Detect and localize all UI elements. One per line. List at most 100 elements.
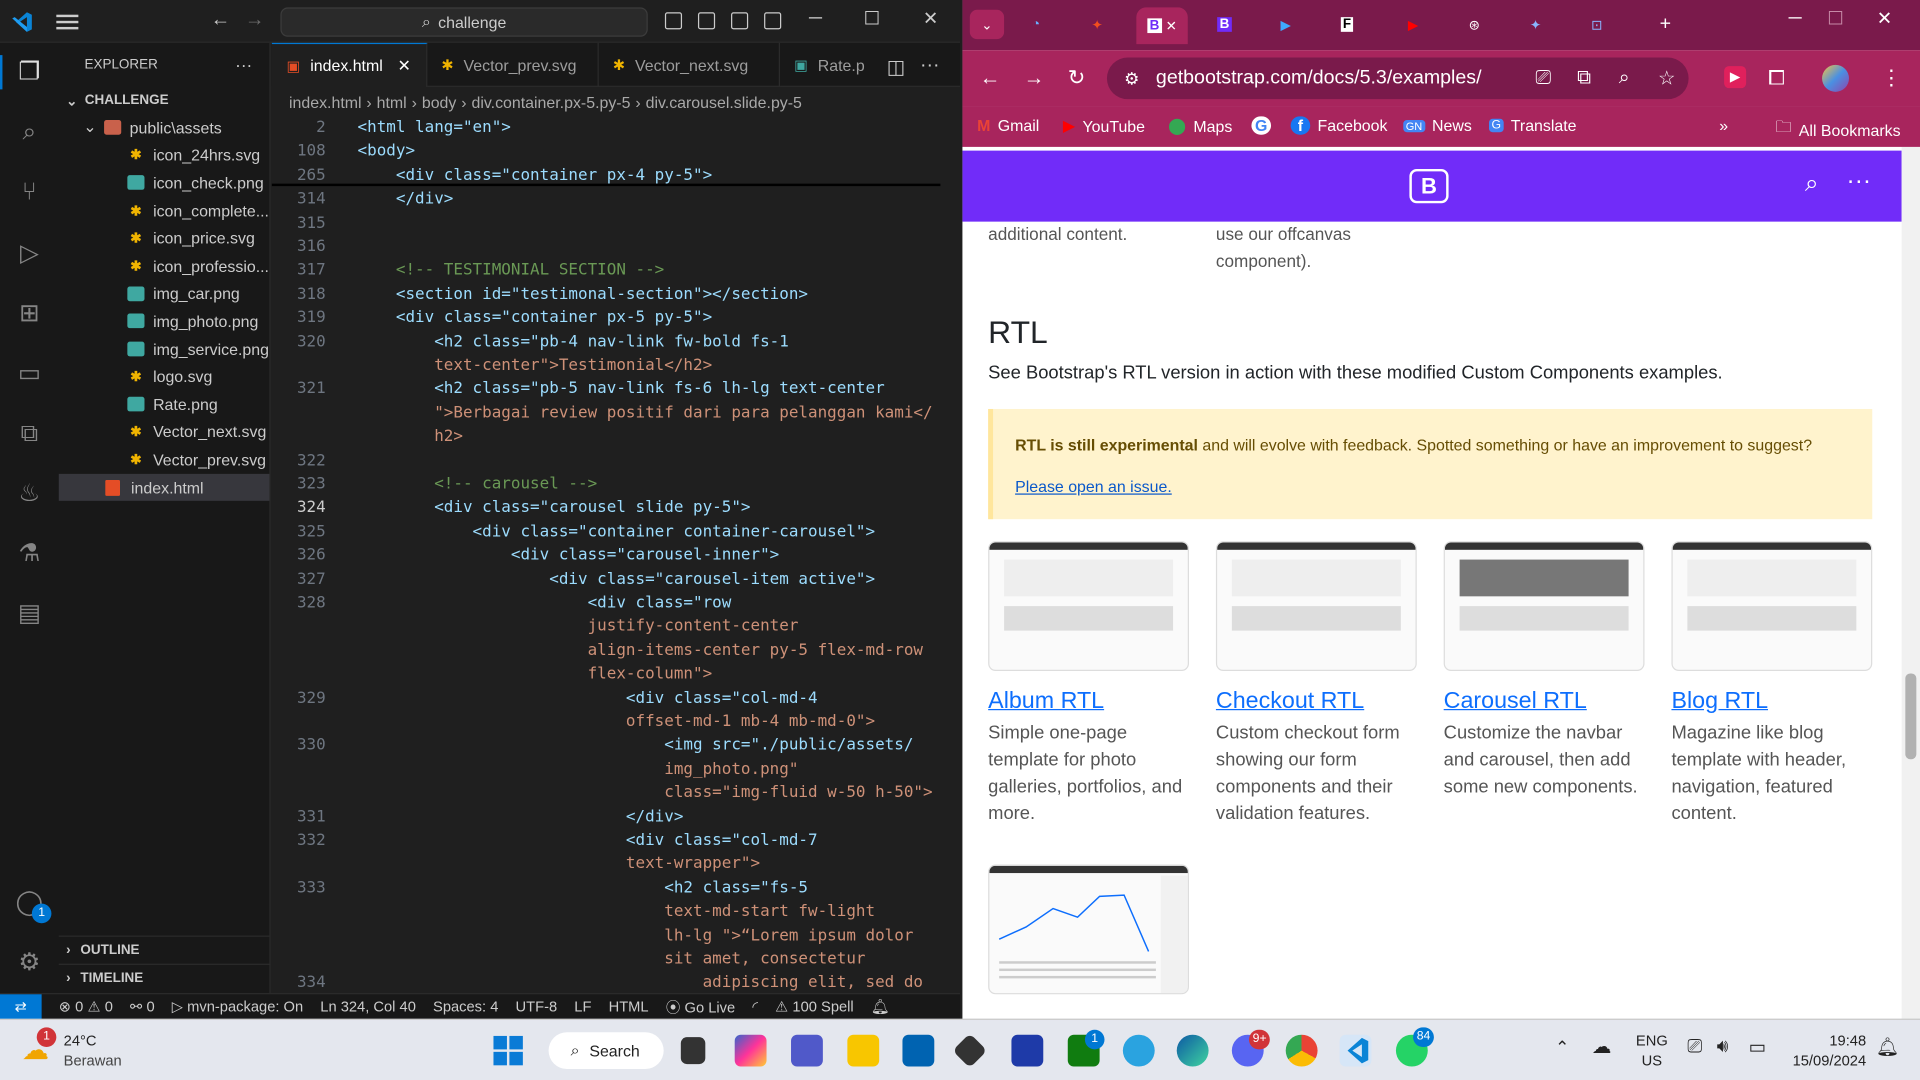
code-line[interactable]: 333 <h2 class="fs-5 — [272, 876, 960, 900]
more-bookmarks-icon[interactable]: » — [1719, 116, 1728, 134]
battery-icon[interactable]: ▭ — [1749, 1036, 1766, 1058]
scrollbar-thumb[interactable] — [1905, 673, 1917, 760]
run-debug-icon[interactable]: ▷ — [15, 239, 44, 268]
translate-icon[interactable]: ⧉ — [1577, 67, 1591, 89]
code-line[interactable]: 327 <div class="carousel-item active"> — [272, 568, 960, 592]
explorer-icon[interactable]: ❐ — [0, 55, 44, 90]
file-svg[interactable]: ✱ icon_price.svg — [59, 225, 270, 253]
all-bookmarks-folder[interactable]: 🗀︎ All Bookmarks — [1776, 116, 1901, 143]
firebase-icon[interactable]: ♨ — [15, 479, 44, 508]
search-icon[interactable]: ⌕ — [1805, 170, 1819, 198]
toggle-panel-icon[interactable] — [697, 12, 716, 30]
code-line[interactable]: ">Berbagai review positif dari para pela… — [272, 401, 960, 425]
code-line[interactable]: text-center">Testimonial</h2> — [272, 354, 960, 378]
file-svg[interactable]: ✱ icon_professio... — [59, 252, 270, 280]
chrome-tab[interactable]: ⊛ — [1457, 10, 1491, 39]
language-status[interactable]: HTML — [609, 998, 649, 1015]
close-button[interactable]: ✕ — [1866, 7, 1903, 30]
encoding-status[interactable]: UTF-8 — [516, 998, 558, 1015]
forward-arrow-icon[interactable]: → — [1024, 66, 1045, 90]
example-title-link[interactable]: Blog RTL — [1671, 688, 1768, 715]
breadcrumb-item[interactable]: div.container.px-5.py-5 — [471, 92, 630, 110]
code-line[interactable]: 314 </div> — [272, 188, 960, 212]
code-line[interactable]: 318 <section id="testimonal-section"></s… — [272, 283, 960, 307]
toggle-secondary-sidebar-icon[interactable] — [731, 12, 749, 30]
code-line[interactable]: text-md-start fw-light — [272, 900, 960, 924]
breadcrumb-item[interactable]: div.carousel.slide.py-5 — [646, 92, 802, 110]
code-line[interactable]: text-wrapper"> — [272, 853, 960, 877]
bookmark-news[interactable]: GN News — [1403, 116, 1472, 135]
back-arrow-icon[interactable]: ← — [980, 66, 1001, 90]
open-issue-link[interactable]: Please open an issue. — [1015, 478, 1172, 496]
code-line[interactable]: 2 <html lang="en"> — [272, 116, 960, 140]
language-indicator[interactable]: ENG US — [1636, 1031, 1668, 1070]
maximize-button[interactable]: ☐ — [1817, 7, 1854, 30]
file-png[interactable]: img_photo.png — [59, 308, 270, 336]
bootstrap-logo[interactable]: B — [1409, 168, 1449, 204]
tab-index-html[interactable]: ▣ index.html ✕ — [271, 42, 427, 87]
code-line[interactable]: 328 <div class="row — [272, 591, 960, 615]
minimize-button[interactable]: ─ — [1777, 7, 1814, 28]
code-line[interactable]: h2> — [272, 425, 960, 449]
example-title-link[interactable]: Album RTL — [988, 688, 1104, 715]
file-png[interactable]: img_car.png — [59, 280, 270, 308]
bookmark-youtube[interactable]: ▶ YouTube — [1063, 116, 1145, 136]
code-line[interactable]: 331 </div> — [272, 805, 960, 829]
code-line[interactable]: sit amet, consectetur — [272, 948, 960, 972]
notification-bell-icon[interactable]: 🔔︎ — [1876, 1036, 1899, 1058]
code-line[interactable]: 323 <!-- carousel --> — [272, 473, 960, 497]
ports-status[interactable]: ⚯ 0 — [130, 998, 155, 1015]
extensions-icon[interactable]: ⊞ — [15, 299, 44, 328]
file-explorer-icon[interactable] — [847, 1034, 880, 1067]
address-bar[interactable]: ⚙ getbootstrap.com/docs/5.3/examples/ ⎚ … — [1106, 57, 1689, 100]
outline-section[interactable]: › OUTLINE — [58, 935, 271, 964]
code-line[interactable]: 329 <div class="col-md-4 — [272, 686, 960, 710]
store-icon[interactable] — [902, 1034, 935, 1067]
cursor-position[interactable]: Ln 324, Col 40 — [320, 998, 416, 1015]
code-line[interactable]: 315 — [272, 211, 960, 235]
file-svg[interactable]: ✱ Vector_next.svg — [59, 418, 270, 446]
chrome-tab[interactable]: ✦ — [1080, 10, 1114, 39]
zoom-icon[interactable]: ⌕ — [1619, 67, 1630, 89]
close-button[interactable]: ✕ — [912, 7, 949, 30]
source-control-icon[interactable]: ⑂ — [15, 178, 44, 207]
volume-icon[interactable]: 🔊︎ — [1717, 1036, 1729, 1057]
chrome-tab[interactable]: ⊡ — [1580, 10, 1614, 39]
chrome-tab[interactable]: ◔ — [1019, 10, 1053, 39]
file-index-html[interactable]: index.html — [58, 473, 270, 502]
chrome-tab[interactable]: ▶ — [1396, 10, 1430, 39]
example-title-link[interactable]: Carousel RTL — [1444, 688, 1587, 715]
code-line[interactable]: justify-content-center — [272, 615, 960, 639]
chrome-icon[interactable] — [1285, 1034, 1318, 1067]
start-windows-icon[interactable] — [492, 1035, 524, 1067]
split-editor-icon[interactable]: ◫ — [887, 55, 906, 86]
file-png[interactable]: Rate.png — [59, 391, 270, 419]
hamburger-menu-icon[interactable] — [56, 11, 79, 31]
example-thumbnail[interactable] — [1443, 541, 1645, 672]
weather-widget[interactable]: ☁ 1 24°C Berawan — [22, 1027, 132, 1074]
indentation-status[interactable]: Spaces: 4 — [433, 998, 498, 1015]
vscode-icon[interactable] — [1339, 1034, 1372, 1067]
file-svg[interactable]: ✱ Vector_prev.svg — [59, 446, 270, 474]
new-tab-button[interactable]: + — [1648, 10, 1682, 39]
bookmark-gmail[interactable]: M Gmail — [977, 116, 1039, 134]
example-thumbnail[interactable] — [1671, 541, 1873, 672]
code-line[interactable]: offset-md-1 mb-4 mb-md-0"> — [272, 710, 960, 734]
install-app-icon[interactable]: ⎚ — [1536, 67, 1552, 89]
minimize-button[interactable]: ─ — [797, 7, 834, 28]
search-icon[interactable]: ⌕ — [15, 118, 44, 147]
code-line[interactable]: 320 <h2 class="pb-4 nav-link fw-bold fs-… — [272, 330, 960, 354]
breadcrumb-item[interactable]: html — [377, 92, 407, 110]
bookmark-translate[interactable]: G Translate — [1488, 116, 1577, 135]
chrome-tab[interactable]: F — [1330, 10, 1364, 39]
customize-layout-icon[interactable] — [764, 12, 782, 30]
timeline-section[interactable]: › TIMELINE — [58, 963, 271, 992]
code-line[interactable]: class="img-fluid w-50 h-50"> — [272, 781, 960, 805]
forward-arrow-icon[interactable]: → — [245, 10, 265, 32]
remote-indicator-icon[interactable]: ⇄ — [0, 993, 42, 1020]
file-svg[interactable]: ✱ icon_24hrs.svg — [59, 142, 270, 170]
code-line[interactable]: flex-column"> — [272, 663, 960, 687]
copilot-icon[interactable] — [734, 1034, 767, 1067]
code-line[interactable]: 330 <img src="./public/assets/ — [272, 734, 960, 758]
containers-icon[interactable]: ⧉ — [15, 419, 44, 448]
